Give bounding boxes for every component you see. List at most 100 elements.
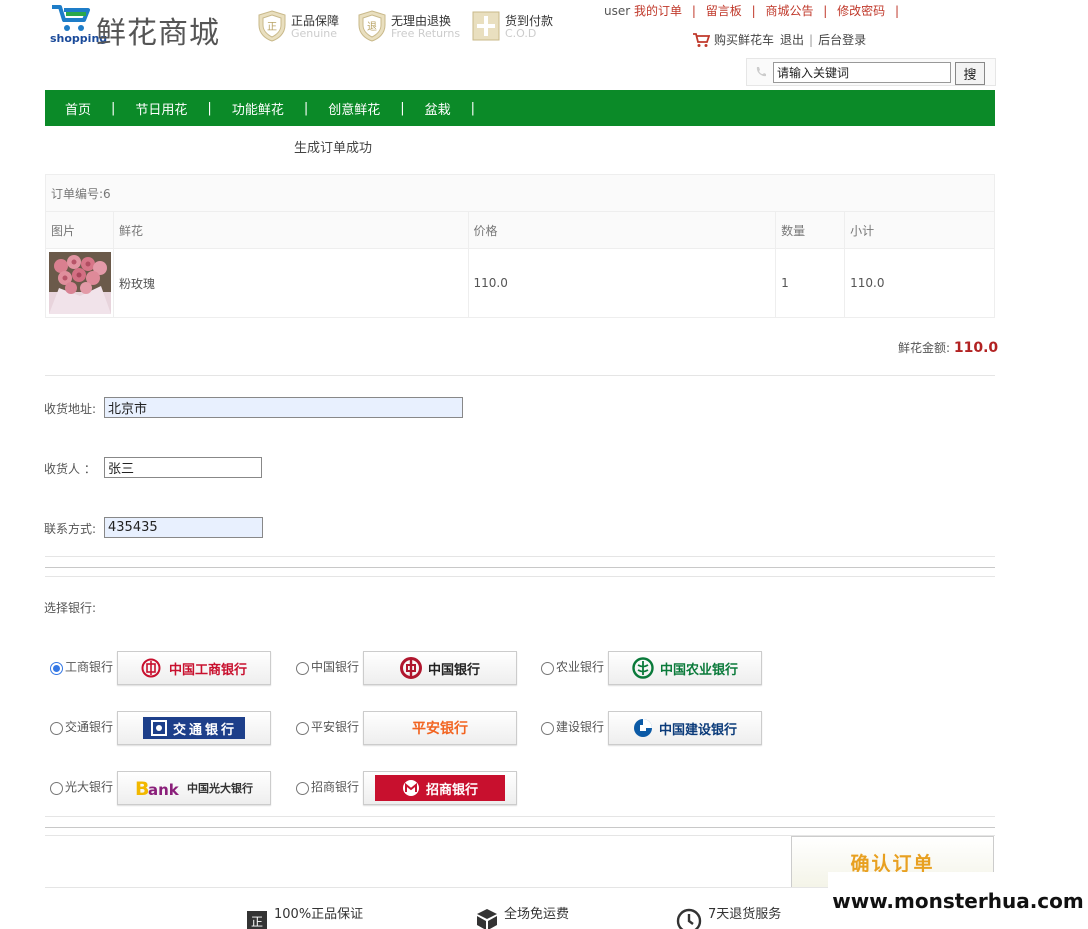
bank-radio-bocom[interactable]: [50, 722, 63, 735]
nav-separator: |: [303, 100, 309, 116]
pink-rose-image[interactable]: [49, 252, 111, 314]
clock-icon: [676, 908, 702, 929]
bank-name: 中国银行: [311, 660, 360, 674]
footer-returns-text: 7天退货服务: [708, 907, 782, 922]
badge-returns-subtitle: Free Returns: [391, 27, 461, 40]
address-label: 收货地址:: [44, 402, 97, 416]
search-input[interactable]: [773, 62, 951, 83]
logout-link[interactable]: 退出: [780, 31, 804, 48]
ceb-logo-text: 中国光大银行: [187, 782, 253, 795]
col-flower: 鲜花: [112, 211, 469, 249]
ccb-logo-text: 中国建设银行: [658, 722, 737, 738]
total-amount: 110.0: [953, 340, 999, 356]
search-bar: 搜: [746, 58, 996, 86]
cmb-emblem-icon: [402, 780, 419, 796]
my-orders-link[interactable]: 我的订单: [634, 4, 682, 18]
cart-link[interactable]: 购买鲜花车: [714, 31, 774, 48]
col-subtotal: 小计: [844, 211, 995, 249]
nav-home[interactable]: 首页: [65, 99, 91, 118]
admin-login-link[interactable]: 后台登录: [818, 31, 866, 48]
col-price: 价格: [467, 211, 777, 249]
announcement-link[interactable]: 商城公告: [765, 4, 813, 18]
shopping-cart-icon: [693, 32, 710, 47]
search-button[interactable]: 搜: [955, 62, 985, 85]
flower-image-cell: [45, 248, 114, 318]
bank-select-label: 选择银行:: [44, 601, 97, 615]
footer-free-shipping: 全场免运费: [476, 908, 569, 929]
ccb-logo[interactable]: 中国建设银行: [608, 711, 762, 745]
icbc-logo[interactable]: 中国工商银行: [117, 651, 271, 685]
site-watermark: www.monsterhua.com: [828, 872, 1088, 929]
divider: [45, 556, 995, 557]
site-logo[interactable]: shopping 鲜花商城: [50, 4, 230, 51]
bank-name: 招商银行: [311, 780, 360, 794]
divider: [45, 567, 995, 568]
cod-icon: [472, 11, 500, 41]
username: user: [604, 4, 631, 18]
nav-potted-plants[interactable]: 盆栽: [425, 99, 451, 118]
divider: [45, 375, 995, 376]
watermark-text: www.monsterhua.com: [832, 888, 1084, 913]
order-id-row: 订单编号:6: [45, 174, 995, 212]
bank-radio-pingan[interactable]: [296, 722, 309, 735]
cart-line: 购买鲜花车 退出 | 后台登录: [692, 31, 866, 48]
bank-radio-cmb[interactable]: [296, 782, 309, 795]
bocom-emblem-icon: [150, 720, 167, 736]
nav-separator: |: [400, 100, 405, 116]
pingan-logo[interactable]: 平安银行: [363, 711, 517, 745]
table-header-row: 图片 鲜花 价格 数量 小计: [45, 211, 995, 249]
pingan-logo-text: 平安银行: [412, 721, 468, 737]
nav-creative-flowers[interactable]: 创意鲜花: [328, 99, 380, 118]
footer-genuine: 正 100%正品保证: [246, 908, 363, 929]
phone-label: 联系方式:: [44, 522, 97, 536]
total-label: 鲜花金额:: [898, 341, 951, 355]
abc-logo[interactable]: 中国农业银行: [608, 651, 762, 685]
flower-price: 110.0: [467, 248, 777, 318]
col-quantity: 数量: [775, 211, 846, 249]
bank-radio-boc[interactable]: [296, 662, 309, 675]
flower-name: 粉玫瑰: [112, 248, 469, 318]
cmb-logo-text: 招商银行: [425, 782, 478, 798]
bank-radio-ceb[interactable]: [50, 782, 63, 795]
bank-name: 农业银行: [556, 660, 605, 674]
bank-name: 建设银行: [556, 720, 605, 734]
message-board-link[interactable]: 留言板: [706, 4, 742, 18]
bank-name: 光大银行: [65, 780, 114, 794]
nav-holiday-flowers[interactable]: 节日用花: [135, 99, 187, 118]
svg-text:ank: ank: [148, 781, 179, 798]
link-separator: |: [895, 4, 900, 18]
address-input[interactable]: [104, 397, 463, 418]
bank-radio-ccb[interactable]: [541, 722, 554, 735]
boc-logo[interactable]: 中国银行: [363, 651, 517, 685]
divider: [45, 576, 995, 577]
top-links: user 我的订单 | 留言板 | 商城公告 | 修改密码 |: [604, 2, 905, 19]
order-total: 鲜花金额: 110.0: [898, 339, 998, 356]
link-separator: |: [751, 4, 756, 18]
link-separator: |: [809, 32, 814, 47]
main-nav: 首页 | 节日用花 | 功能鲜花 | 创意鲜花 | 盆栽 |: [45, 90, 995, 126]
ceb-bank-wordmark-icon: B ank: [135, 778, 179, 798]
flower-subtotal: 110.0: [844, 248, 995, 318]
order-table: 订单编号:6 图片 鲜花 价格 数量 小计 粉玫瑰 110.0 1 110.0: [45, 174, 995, 318]
badge-cod-subtitle: C.O.D: [505, 27, 537, 40]
receiver-input[interactable]: [104, 457, 262, 478]
change-password-link[interactable]: 修改密码: [837, 4, 885, 18]
ccb-emblem-icon: [633, 719, 652, 737]
phone-input[interactable]: [104, 517, 263, 538]
genuine-guarantee-icon: 正: [247, 911, 267, 929]
cmb-logo[interactable]: 招商银行: [363, 771, 517, 805]
nav-functional-flowers[interactable]: 功能鲜花: [232, 99, 284, 118]
ceb-logo[interactable]: B ank 中国光大银行: [117, 771, 271, 805]
bank-radio-abc[interactable]: [541, 662, 554, 675]
link-separator: |: [823, 4, 828, 18]
svg-text:退: 退: [367, 21, 377, 33]
nav-separator: |: [470, 100, 476, 116]
svg-text:正: 正: [267, 22, 277, 33]
badge-genuine-subtitle: Genuine: [291, 27, 338, 40]
bank-radio-icbc[interactable]: [50, 662, 63, 675]
bank-name: 平安银行: [311, 720, 360, 734]
boc-logo-text: 中国银行: [427, 662, 480, 678]
footer-returns: 7天退货服务: [676, 908, 781, 929]
bocom-logo[interactable]: 交通银行: [117, 711, 271, 745]
flower-quantity: 1: [775, 248, 846, 318]
